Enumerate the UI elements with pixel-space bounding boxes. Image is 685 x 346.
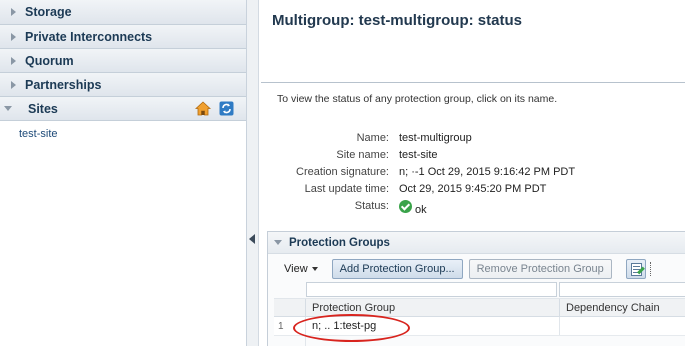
filter-input-dependency-chain[interactable] (558, 282, 685, 297)
collapse-panel-icon[interactable] (249, 234, 255, 244)
panel-splitter[interactable] (247, 0, 259, 346)
expand-arrow-icon (11, 8, 16, 16)
expand-arrow-icon (11, 80, 16, 89)
edit-sheet-icon[interactable] (625, 259, 646, 279)
property-name: Name: test-multigroup (260, 131, 685, 148)
collapse-arrow-icon (274, 240, 282, 245)
home-icon[interactable] (195, 101, 211, 116)
nav-section-sites[interactable]: Sites (0, 97, 246, 121)
add-protection-group-button[interactable]: Add Protection Group... (331, 259, 463, 279)
properties-panel: Name: test-multigroup Site name: test-si… (260, 131, 685, 216)
sites-toolbar (195, 101, 234, 116)
nav-section-label: Storage (25, 5, 72, 19)
property-label: Last update time: (304, 183, 389, 195)
view-menu-label: View (284, 263, 308, 275)
property-label: Name: (356, 132, 389, 144)
table-toolbar: View Add Protection Group... Remove Prot… (273, 258, 685, 280)
property-value: Oct 29, 2015 9:45:20 PM PDT (399, 183, 547, 195)
property-last-update-time: Last update time: Oct 29, 2015 9:45:20 P… (260, 182, 685, 199)
ok-check-icon (399, 200, 412, 213)
nav-section-label: Partnerships (25, 77, 102, 92)
row-number (274, 336, 306, 346)
filter-row (274, 281, 685, 299)
status-text: ok (415, 203, 427, 216)
property-label: Site name: (336, 149, 389, 161)
panel-title: Protection Groups (289, 236, 390, 249)
more-tools-icon[interactable] (649, 262, 658, 276)
site-link-test-site[interactable]: test-site (19, 127, 246, 141)
row-number-header (274, 281, 306, 298)
refresh-icon[interactable] (219, 101, 234, 116)
page-title: Multigroup: test-multigroup: status (272, 12, 522, 29)
expand-arrow-icon (11, 56, 16, 65)
protection-groups-header[interactable]: Protection Groups (268, 232, 685, 254)
property-value: n; ·-1 Oct 29, 2015 9:16:42 PM PDT (399, 166, 576, 178)
expand-arrow-icon (11, 32, 16, 41)
sites-list: test-site (0, 121, 246, 141)
nav-section-storage[interactable]: Storage (0, 0, 246, 25)
nav-section-label: Private Interconnects (25, 29, 153, 44)
property-value: test-site (399, 149, 438, 161)
instruction-text: To view the status of any protection gro… (277, 93, 558, 105)
property-site-name: Site name: test-site (260, 148, 685, 165)
dependency-chain-cell (560, 317, 685, 335)
filter-input-protection-group[interactable] (305, 282, 557, 297)
property-creation-signature: Creation signature: n; ·-1 Oct 29, 2015 … (260, 165, 685, 182)
view-menu[interactable]: View (284, 263, 318, 275)
column-header-dependency-chain[interactable]: Dependency Chain (560, 299, 685, 316)
divider (261, 82, 685, 83)
property-label: Status: (354, 200, 389, 212)
main-panel: Multigroup: test-multigroup: status To v… (260, 0, 685, 346)
property-label: Creation signature: (296, 166, 389, 178)
remove-protection-group-button[interactable]: Remove Protection Group (468, 259, 612, 279)
nav-section-private-interconnects[interactable]: Private Interconnects (0, 25, 246, 49)
collapse-arrow-icon (4, 106, 12, 111)
property-value: test-multigroup (399, 132, 472, 144)
highlight-ellipse (293, 314, 410, 342)
nav-section-partnerships[interactable]: Partnerships (0, 73, 246, 97)
nav-section-label: Quorum (25, 53, 74, 68)
nav-section-quorum[interactable]: Quorum (0, 49, 246, 73)
row-number-header (274, 299, 306, 316)
caret-down-icon (311, 267, 318, 271)
nav-section-label: Sites (28, 101, 58, 116)
status-value: ok (399, 200, 427, 216)
navigation-panel: Storage Private Interconnects Quorum Par… (0, 0, 247, 346)
property-status: Status: ok (260, 199, 685, 216)
